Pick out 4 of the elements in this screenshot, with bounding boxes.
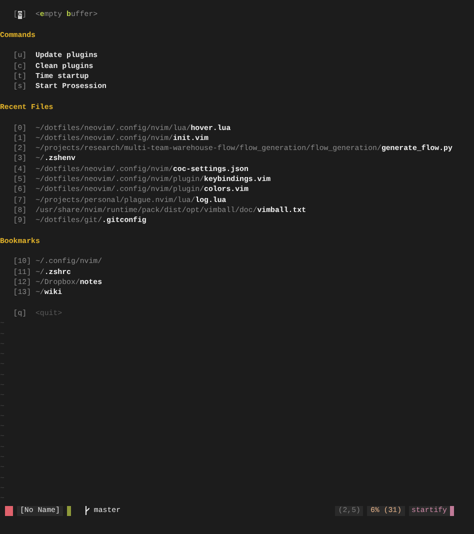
mode-indicator-icon (5, 506, 13, 516)
modified-indicator-icon (66, 506, 71, 516)
filetype-block-icon (450, 506, 454, 516)
branch-icon (84, 506, 90, 516)
